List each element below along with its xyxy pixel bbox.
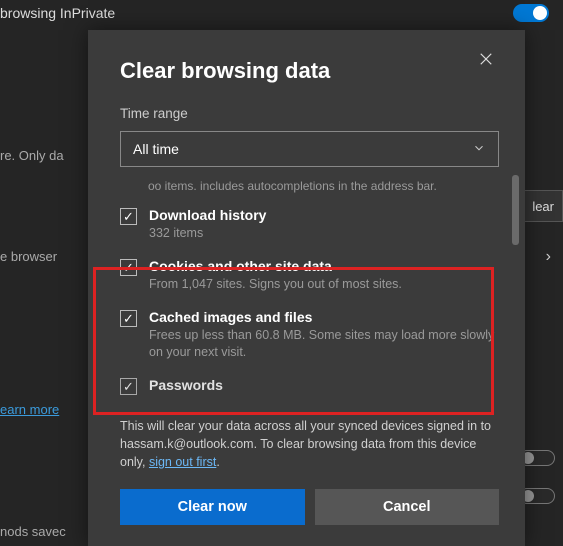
item-title: Cached images and files [149,309,495,325]
close-icon [477,50,495,68]
chevron-down-icon [472,141,486,158]
item-sub: Frees up less than 60.8 MB. Some sites m… [149,327,495,361]
bg-learn-more-link[interactable]: earn more [0,398,59,421]
time-range-value: All time [133,141,179,157]
inprivate-label: browsing InPrivate [0,5,115,21]
item-title: Passwords [149,377,495,393]
sign-out-link[interactable]: sign out first [149,455,216,469]
dialog-title: Clear browsing data [120,58,499,84]
chevron-right-icon[interactable]: › [546,248,551,266]
cancel-button[interactable]: Cancel [315,489,500,525]
bg-text-1: re. Only da [0,144,64,167]
list-item: Cookies and other site data From 1,047 s… [120,252,499,303]
item-title: Download history [149,207,495,223]
list-item: Passwords [120,371,499,405]
scrollbar-thumb[interactable] [512,175,519,245]
truncated-line: oo items. includes autocompletions in th… [148,179,499,193]
time-range-select[interactable]: All time [120,131,499,167]
data-types-list: oo items. includes autocompletions in th… [120,179,499,411]
checkbox-cached[interactable] [120,310,137,327]
sync-note: This will clear your data across all you… [120,417,499,471]
checkbox-cookies[interactable] [120,259,137,276]
item-title: Cookies and other site data [149,258,495,274]
inprivate-toggle[interactable] [513,4,549,22]
item-sub: 332 items [149,225,495,242]
item-sub: From 1,047 sites. Signs you out of most … [149,276,495,293]
close-button[interactable] [477,50,505,78]
checkbox-passwords[interactable] [120,378,137,395]
time-range-label: Time range [120,106,499,121]
list-item: Download history 332 items [120,201,499,252]
list-item: Cached images and files Frees up less th… [120,303,499,371]
clear-browsing-data-dialog: Clear browsing data Time range All time … [88,30,525,546]
bg-text-3: nods savec [0,520,66,543]
bg-text-2: e browser [0,245,57,268]
clear-now-button[interactable]: Clear now [120,489,305,525]
checkbox-download-history[interactable] [120,208,137,225]
